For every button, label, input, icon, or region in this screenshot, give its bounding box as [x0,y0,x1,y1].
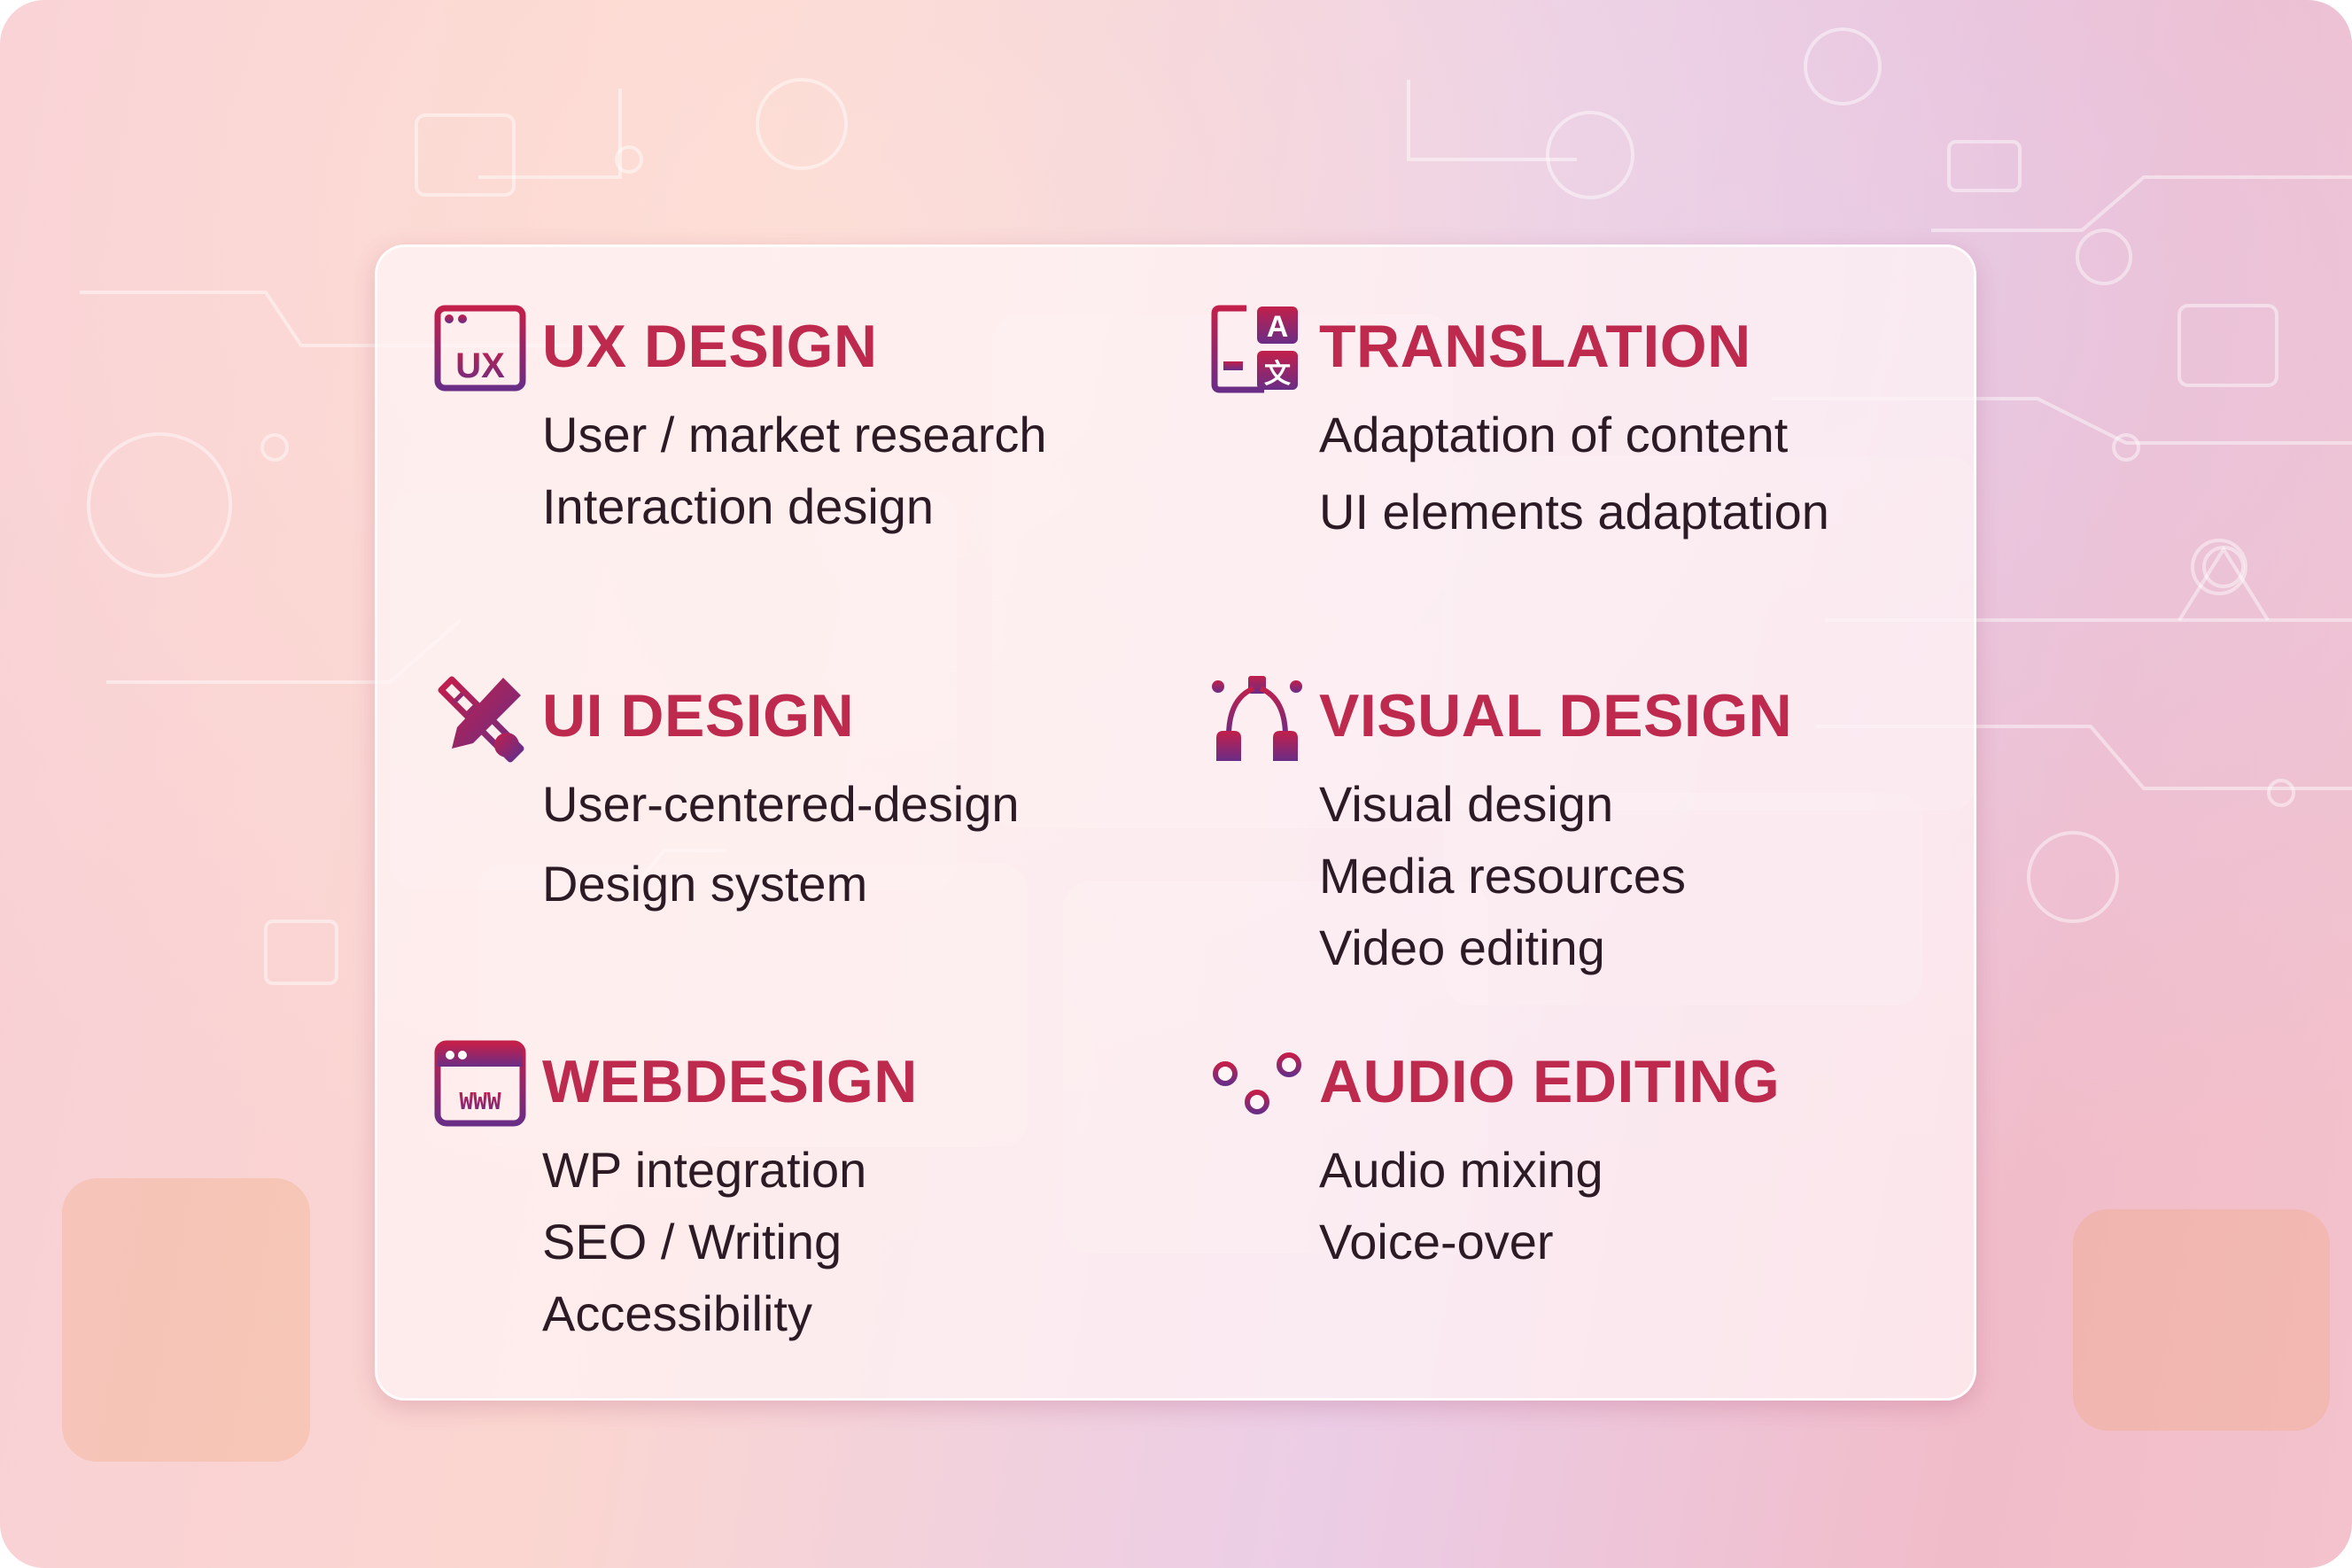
list-item: UI elements adaptation [1319,484,1829,539]
background: UX UX DESIGN User / market research Inte… [0,0,2352,1568]
section-title: TRANSLATION [1319,313,1751,380]
pencil-ruler-icon [438,676,524,763]
list-item: Video editing [1319,920,1605,975]
list-item: Design system [542,856,868,912]
svg-text:A: A [1267,310,1289,344]
translate-icon: A 文 [1211,305,1298,393]
bezier-pen-icon [1212,676,1302,761]
list-item: WP integration [542,1142,867,1198]
section-items: Audio mixing Voice-over [1319,1134,1603,1277]
services-card: UX UX DESIGN User / market research Inte… [375,245,1976,1401]
section-items: Adaptation of content UI elements adapta… [1319,399,1829,554]
section-items: WP integration SEO / Writing Accessibili… [542,1134,866,1349]
section-webdesign: WWW WEBDESIGN WP integration SEO / Writi… [434,1038,1054,1341]
section-translation: A 文 TRANSLATION Adaptation of content UI… [1211,303,1920,539]
ux-window-icon: UX [434,305,526,392]
equalizer-icon [1213,1038,1301,1130]
list-item: Voice-over [1319,1214,1554,1269]
list-item: Media resources [1319,848,1686,904]
list-item: Audio mixing [1319,1142,1603,1198]
list-item: User-centered-design [542,776,1020,832]
section-title: WEBDESIGN [542,1048,918,1115]
section-items: User-centered-design Design system [542,768,1019,928]
list-item: User / market research [542,407,1047,462]
section-visual-design: VISUAL DESIGN Visual design Media resour… [1211,672,1920,975]
svg-text:文: 文 [1264,359,1291,390]
section-ui-design: UI DESIGN User-centered-design Design sy… [434,672,1054,912]
section-audio-editing: AUDIO EDITING Audio mixing Voice-over [1211,1038,1920,1269]
list-item: SEO / Writing [542,1214,842,1269]
section-items: Visual design Media resources Video edit… [1319,768,1686,983]
list-item: Accessibility [542,1285,812,1341]
section-title: VISUAL DESIGN [1319,682,1793,749]
list-item: Adaptation of content [1319,407,1789,462]
www-window-icon: WWW [434,1040,526,1127]
section-title: AUDIO EDITING [1319,1048,1781,1115]
section-ux-design: UX UX DESIGN User / market research Inte… [434,303,1054,534]
list-item: Interaction design [542,478,935,534]
section-title: UX DESIGN [542,313,878,380]
list-item: Visual design [1319,776,1614,832]
section-items: User / market research Interaction desig… [542,399,1047,542]
svg-text:UX: UX [455,346,505,385]
section-title: UI DESIGN [542,682,855,749]
svg-text:WWW: WWW [460,1089,501,1115]
